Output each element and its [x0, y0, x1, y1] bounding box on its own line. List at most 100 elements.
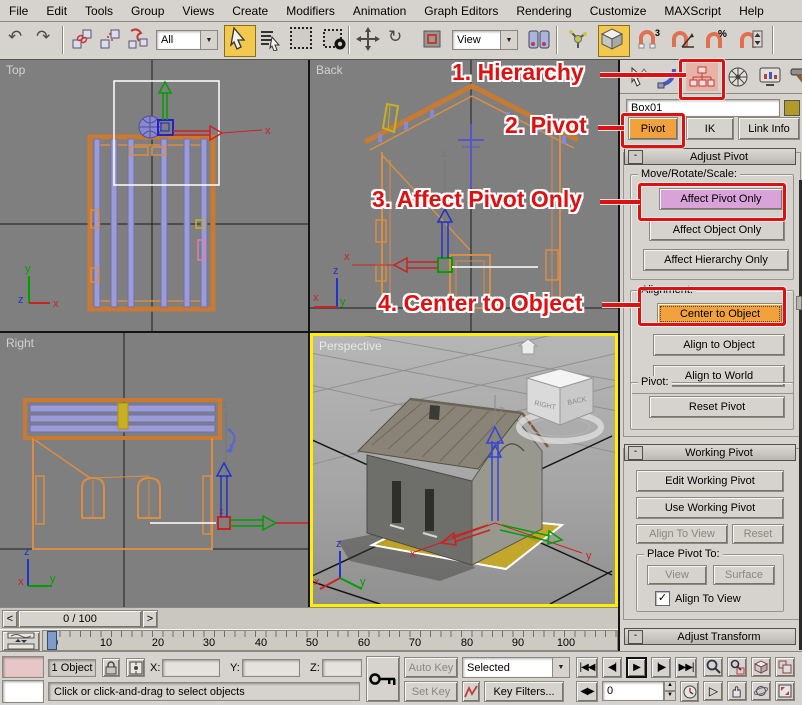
set-keys-button[interactable]: [366, 656, 400, 702]
select-and-manipulate-icon[interactable]: [566, 27, 592, 53]
menu-views[interactable]: Views: [173, 0, 223, 21]
select-object-button[interactable]: [224, 25, 256, 57]
collapse-icon[interactable]: -: [628, 630, 643, 644]
use-pivot-point-center-icon[interactable]: [526, 27, 552, 53]
tab-motion[interactable]: [724, 62, 752, 91]
place-pivot-view-button[interactable]: View: [647, 565, 707, 585]
snaps-toggle-button[interactable]: [598, 25, 630, 57]
key-mode-dropdown[interactable]: Selected ▼: [462, 657, 570, 678]
track-bar-ruler[interactable]: 0 10 20 30 40 50 60 70 80 90 100: [42, 630, 618, 651]
viewcube-home-icon[interactable]: [519, 339, 537, 354]
affect-hierarchy-only-button[interactable]: Affect Hierarchy Only: [643, 249, 789, 271]
selection-lock-icon[interactable]: [102, 658, 120, 677]
menu-graph-editors[interactable]: Graph Editors: [415, 0, 507, 21]
pivot-gizmo-top[interactable]: x: [139, 82, 271, 140]
set-key-button[interactable]: Set Key: [404, 681, 458, 702]
menu-customize[interactable]: Customize: [581, 0, 656, 21]
menu-create[interactable]: Create: [223, 0, 277, 21]
spinner-down-icon[interactable]: ▼: [664, 691, 676, 701]
x-coordinate-field[interactable]: [162, 659, 220, 677]
viewport-top[interactable]: Top: [0, 60, 308, 331]
dropdown-arrow-icon[interactable]: ▼: [500, 31, 517, 49]
time-slider-next-button[interactable]: >: [142, 610, 158, 628]
right-viewport-canvas[interactable]: z x z x: [0, 333, 308, 607]
go-to-end-icon[interactable]: ▶▶|: [675, 657, 697, 678]
use-working-pivot-button[interactable]: Use Working Pivot: [636, 497, 784, 519]
spinner-up-icon[interactable]: ▲: [664, 681, 676, 691]
key-filters-button[interactable]: Key Filters...: [484, 681, 564, 702]
absolute-offset-toggle-icon[interactable]: [126, 658, 145, 677]
reference-coordinate-system-dropdown[interactable]: View ▼: [452, 30, 518, 50]
current-frame-field[interactable]: 0: [602, 681, 664, 701]
dropdown-arrow-icon[interactable]: ▼: [552, 658, 569, 677]
auto-key-button[interactable]: Auto Key: [404, 657, 458, 678]
pan-view-icon[interactable]: [727, 681, 747, 701]
next-frame-icon[interactable]: |▶: [651, 657, 671, 678]
align-to-object-button[interactable]: Align to Object: [653, 334, 785, 356]
house-wireframe-right[interactable]: [25, 400, 220, 549]
dropdown-arrow-icon[interactable]: ▼: [200, 31, 217, 49]
default-in-out-tangents-icon[interactable]: [462, 681, 480, 702]
menu-animation[interactable]: Animation: [344, 0, 415, 21]
orbit-icon[interactable]: [751, 681, 771, 701]
perspective-viewport-canvas[interactable]: z x y: [310, 333, 618, 607]
subtab-link-info[interactable]: Link Info: [738, 117, 800, 140]
go-to-start-icon[interactable]: |◀◀: [576, 657, 598, 678]
maxscript-macro-pane[interactable]: [2, 680, 44, 703]
play-animation-icon[interactable]: ▶: [626, 657, 647, 678]
tab-utilities[interactable]: [786, 62, 802, 91]
maximize-viewport-toggle-icon[interactable]: [775, 681, 795, 701]
tab-display[interactable]: [756, 62, 784, 91]
undo-icon[interactable]: ↶: [8, 27, 34, 53]
zoom-icon[interactable]: [703, 657, 723, 677]
viewport-label[interactable]: Perspective: [319, 339, 382, 353]
viewcube[interactable]: RIGHT BACK: [519, 369, 601, 441]
unlink-selection-icon[interactable]: [98, 27, 124, 53]
bind-to-space-warp-icon[interactable]: [126, 27, 152, 53]
zoom-all-icon[interactable]: [727, 657, 747, 677]
rectangular-selection-region-icon[interactable]: [290, 27, 316, 53]
menu-maxscript[interactable]: MAXScript: [655, 0, 730, 21]
field-of-view-icon[interactable]: ▷: [703, 681, 723, 701]
key-mode-toggle-icon[interactable]: ◀▶: [576, 681, 598, 702]
menu-group[interactable]: Group: [122, 0, 173, 21]
select-and-scale-icon[interactable]: [420, 27, 446, 53]
object-color-swatch[interactable]: [784, 100, 800, 116]
zoom-extents-all-icon[interactable]: [775, 657, 795, 677]
collapse-icon[interactable]: -: [628, 150, 643, 164]
time-configuration-icon[interactable]: [680, 681, 699, 702]
time-slider-prev-button[interactable]: <: [2, 610, 18, 628]
spinner-snap-toggle-icon[interactable]: [738, 27, 764, 53]
viewport-right[interactable]: Right: [0, 333, 308, 607]
frame-spinner[interactable]: ▲ ▼: [664, 681, 676, 701]
edit-working-pivot-button[interactable]: Edit Working Pivot: [636, 470, 784, 492]
frame-position-handle[interactable]: [47, 631, 57, 650]
snap-toggle-3d-icon[interactable]: 3: [636, 27, 662, 53]
percent-snap-toggle-icon[interactable]: %: [704, 27, 730, 53]
menu-modifiers[interactable]: Modifiers: [277, 0, 344, 21]
viewport-label[interactable]: Right: [6, 336, 34, 350]
menu-tools[interactable]: Tools: [76, 0, 122, 21]
adjust-transform-rollout-header[interactable]: - Adjust Transform: [624, 628, 796, 645]
select-and-rotate-icon[interactable]: ↻: [388, 27, 414, 53]
align-to-view-button[interactable]: Align To View: [636, 524, 728, 544]
viewport-label[interactable]: Back: [316, 63, 343, 77]
viewport-label[interactable]: Top: [6, 63, 25, 77]
zoom-extents-icon[interactable]: [751, 657, 771, 677]
select-by-name-icon[interactable]: [258, 27, 284, 53]
select-and-move-icon[interactable]: [356, 27, 382, 53]
maxscript-listener-pane[interactable]: [2, 656, 44, 678]
subtab-ik[interactable]: IK: [686, 117, 734, 140]
top-viewport-canvas[interactable]: x y x z: [0, 60, 308, 331]
selection-filter-dropdown[interactable]: All ▼: [156, 30, 218, 50]
menu-file[interactable]: File: [0, 0, 37, 21]
viewport-perspective[interactable]: Perspective: [310, 333, 618, 607]
working-pivot-rollout-header[interactable]: - Working Pivot: [624, 444, 796, 461]
z-coordinate-field[interactable]: [322, 659, 362, 677]
align-to-view-checkbox[interactable]: ✓: [655, 591, 670, 606]
time-slider-handle[interactable]: 0 / 100: [18, 610, 142, 628]
panel-scrollbar-handle[interactable]: [796, 296, 802, 310]
reset-working-pivot-button[interactable]: Reset: [732, 524, 784, 544]
place-pivot-surface-button[interactable]: Surface: [713, 565, 775, 585]
menu-rendering[interactable]: Rendering: [507, 0, 580, 21]
